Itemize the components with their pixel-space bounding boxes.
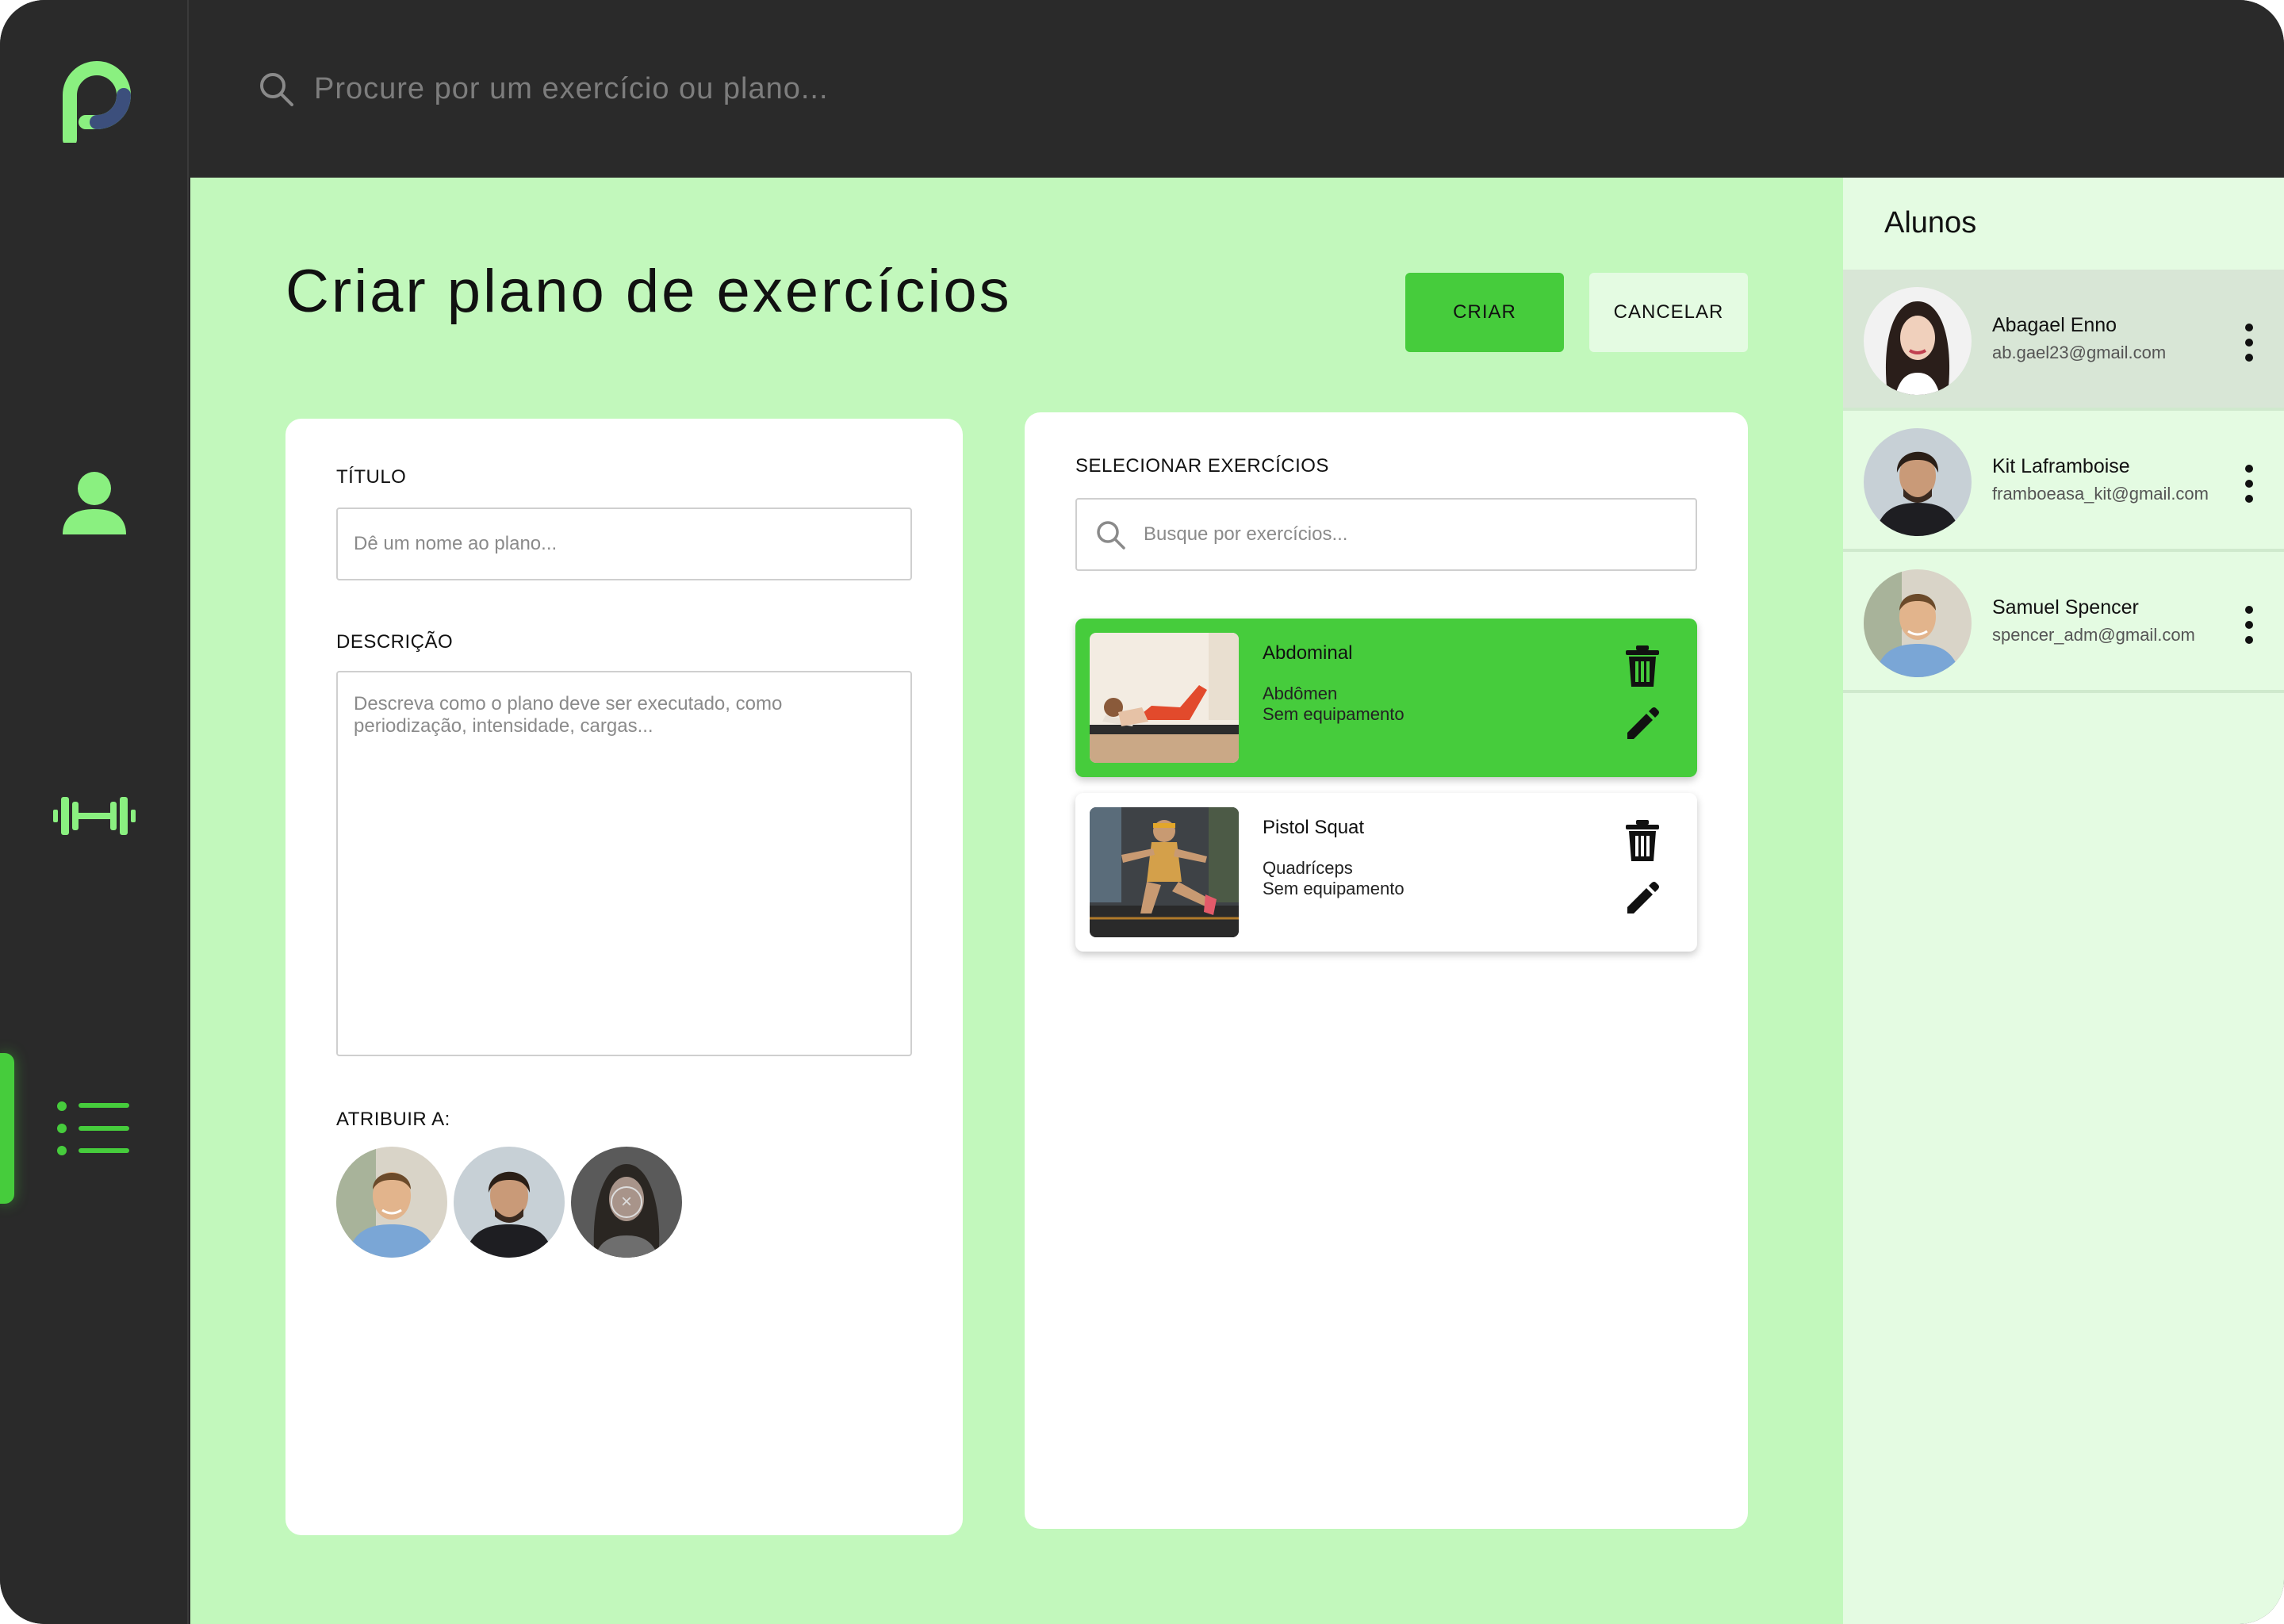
- assigned-student-avatar-pending[interactable]: ×: [571, 1147, 682, 1258]
- trash-icon[interactable]: [1624, 820, 1661, 861]
- assigned-student-avatar[interactable]: [336, 1147, 447, 1258]
- user-icon: [63, 472, 126, 534]
- exercise-thumbnail: [1090, 807, 1239, 937]
- global-search: [257, 63, 1050, 114]
- student-row[interactable]: Kit Laframboise framboeasa_kit@gmail.com: [1843, 411, 2284, 552]
- student-row[interactable]: Abagael Enno ab.gael23@gmail.com: [1843, 270, 2284, 411]
- exercise-search: [1075, 498, 1697, 571]
- sidebar-item-exercises[interactable]: [0, 741, 189, 891]
- create-button[interactable]: CRIAR: [1405, 273, 1564, 352]
- exercise-thumbnail: [1090, 633, 1239, 763]
- student-email: framboeasa_kit@gmail.com: [1992, 484, 2209, 504]
- students-panel: Alunos Abagael Enno ab.gael23@gmail.com: [1843, 178, 2284, 1624]
- search-icon: [260, 73, 293, 106]
- student-name: Abagael Enno: [1992, 314, 2117, 336]
- trash-icon[interactable]: [1624, 645, 1661, 687]
- exercise-card[interactable]: Abdominal Abdômen Sem equipamento: [1075, 619, 1697, 777]
- exercise-equipment: Sem equipamento: [1263, 879, 1405, 898]
- description-label: DESCRIÇÃO: [336, 631, 454, 653]
- more-options-icon[interactable]: [2240, 606, 2259, 644]
- exercise-meta: Abdômen Sem equipamento: [1263, 684, 1405, 725]
- exercise-muscle: Quadríceps: [1263, 858, 1353, 878]
- app-logo[interactable]: [62, 60, 132, 147]
- pencil-icon[interactable]: [1624, 880, 1661, 917]
- main-content: Criar plano de exercícios CRIAR CANCELAR…: [190, 178, 1843, 1624]
- title-label: TÍTULO: [336, 466, 407, 488]
- student-avatar: [1864, 569, 1972, 677]
- students-title: Alunos: [1884, 206, 1977, 239]
- exercise-meta: Quadríceps Sem equipamento: [1263, 858, 1405, 899]
- dumbbell-icon: [53, 797, 136, 835]
- app-window: Criar plano de exercícios CRIAR CANCELAR…: [0, 0, 2284, 1624]
- sidebar-item-plans[interactable]: [0, 1053, 189, 1204]
- description-textarea[interactable]: [336, 671, 912, 1056]
- page-title: Criar plano de exercícios: [286, 258, 1012, 325]
- remove-assignment-icon[interactable]: ×: [611, 1186, 642, 1218]
- student-avatar: [1864, 428, 1972, 536]
- student-row[interactable]: Samuel Spencer spencer_adm@gmail.com: [1843, 552, 2284, 693]
- more-options-icon[interactable]: [2240, 465, 2259, 503]
- title-input[interactable]: [336, 508, 912, 580]
- global-search-input[interactable]: [314, 71, 1028, 106]
- exercises-section-label: SELECIONAR EXERCÍCIOS: [1075, 455, 1329, 477]
- exercise-selection-card: SELECIONAR EXERCÍCIOS Busque por exercíc…: [1025, 412, 1748, 1529]
- list-icon: [57, 1101, 129, 1155]
- student-avatar: [1864, 287, 1972, 395]
- more-options-icon[interactable]: [2240, 324, 2259, 362]
- exercise-equipment: Sem equipamento: [1263, 704, 1405, 724]
- student-name: Kit Laframboise: [1992, 455, 2130, 477]
- student-email: spencer_adm@gmail.com: [1992, 625, 2195, 645]
- exercise-card[interactable]: Pistol Squat Quadríceps Sem equipamento: [1075, 793, 1697, 952]
- exercise-search-input[interactable]: [1144, 523, 1683, 546]
- plan-form-card: TÍTULO DESCRIÇÃO ATRIBUIR A:: [286, 419, 963, 1535]
- assigned-students: ×: [336, 1147, 688, 1258]
- search-icon: [1097, 521, 1125, 550]
- exercise-name: Pistol Squat: [1263, 817, 1365, 838]
- topbar: [190, 0, 2284, 178]
- sidebar: [0, 0, 189, 1624]
- assigned-student-avatar[interactable]: [454, 1147, 565, 1258]
- student-email: ab.gael23@gmail.com: [1992, 343, 2167, 362]
- pencil-icon[interactable]: [1624, 706, 1661, 742]
- sidebar-item-profile[interactable]: [0, 428, 189, 579]
- exercise-muscle: Abdômen: [1263, 684, 1338, 703]
- exercise-name: Abdominal: [1263, 642, 1353, 664]
- assign-label: ATRIBUIR A:: [336, 1109, 450, 1130]
- cancel-button[interactable]: CANCELAR: [1589, 273, 1748, 352]
- student-name: Samuel Spencer: [1992, 596, 2139, 619]
